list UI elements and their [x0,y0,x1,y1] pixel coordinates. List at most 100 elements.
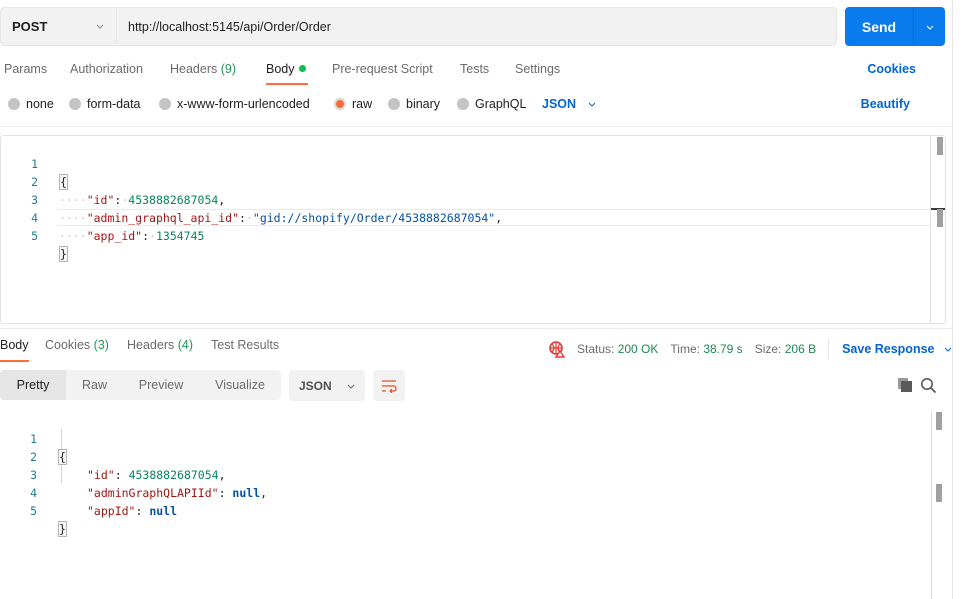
method-select[interactable]: POST [0,7,116,46]
json-value: null [149,504,178,518]
chevron-down-icon [926,25,933,30]
status-label: Status: [577,342,615,356]
request-url-bar: POST http://localhost:5145/api/Order/Ord… [0,7,945,46]
tab-pre-request-script[interactable]: Pre-request Script [332,62,433,76]
code-line: 2 ····"id":·4538882687054, [1,155,931,207]
chevron-down-icon [944,347,951,352]
line-number: 5 [30,504,37,518]
radio-label: GraphQL [475,97,527,111]
wrap-lines-button[interactable] [373,370,405,401]
radio-label: binary [406,97,441,111]
tab-label: Test Results [211,338,280,352]
tab-settings[interactable]: Settings [515,62,560,76]
view-pretty[interactable]: Pretty [0,370,66,400]
tab-label: Pre-request Script [332,62,433,76]
active-tab-indicator [266,83,308,85]
response-tab-headers[interactable]: Headers (4) [127,338,193,352]
code-line: 3 ····"admin_graphql_api_id":·"gid://sho… [1,173,931,225]
panel-divider [952,0,953,599]
code-line: 1 { [1,137,931,190]
code-line: 2 "id": 4538882687054, [0,430,930,482]
save-response-button[interactable]: Save Response [842,342,953,356]
tab-authorization[interactable]: Authorization [70,62,143,76]
body-modified-indicator [298,65,306,72]
radio-label: none [26,97,54,111]
tab-body[interactable]: Body [266,62,306,76]
radio-button[interactable] [388,98,400,110]
response-body-viewer[interactable]: 1 { 2 "id": 4538882687054, 3 "adminGraph… [0,411,946,599]
tab-label: Body [0,338,29,352]
response-tab-body[interactable]: Body [0,338,29,352]
radio-button[interactable] [159,98,171,110]
copy-icon[interactable] [897,377,913,393]
request-tabs: Params Authorization Headers (9) Body Pr… [0,58,945,86]
scrollbar-thumb[interactable] [937,209,943,227]
active-tab-indicator [0,360,29,362]
viewer-scrollbar-track[interactable] [931,411,932,599]
code-line: 4 ····"app_id":·1354745 [1,191,931,243]
radio-button[interactable] [457,98,469,110]
network-warning-icon[interactable] [548,340,566,358]
response-format-label: JSON [299,378,332,393]
tab-label: Body [266,62,295,76]
send-button[interactable]: Send [845,7,914,46]
tab-label: Settings [515,62,561,76]
response-tab-cookies[interactable]: Cookies (3) [45,338,109,352]
send-options-button[interactable] [914,7,945,46]
response-toolbar: Pretty Raw Preview Visualize JSON [0,370,952,401]
response-tab-test-results[interactable]: Test Results [211,338,279,352]
view-preview[interactable]: Preview [123,370,199,400]
radio-button-checked[interactable] [334,98,346,110]
chevron-down-icon [96,24,104,29]
save-response-label: Save Response [842,342,935,356]
tab-label: Authorization [70,62,143,76]
tab-label: Headers [127,338,175,352]
headers-count: (9) [220,62,237,76]
scrollbar-thumb[interactable] [936,412,942,430]
radio-button[interactable] [69,98,81,110]
search-icon[interactable] [920,377,937,394]
url-input[interactable]: http://localhost:5145/api/Order/Order [116,7,837,46]
tab-label: Headers [170,62,218,76]
radio-raw[interactable]: raw [334,97,372,111]
view-visualize[interactable]: Visualize [199,370,281,400]
tab-params[interactable]: Params [4,62,47,76]
beautify-button[interactable]: Beautify [861,97,910,111]
tab-label: Tests [460,62,490,76]
scrollbar-thumb[interactable] [936,484,942,502]
radio-none[interactable]: none [8,97,54,111]
tab-tests[interactable]: Tests [460,62,489,76]
code-line: 1 { [0,412,930,465]
chevron-down-icon [588,102,596,107]
size-label: Size: [754,342,782,356]
time-value[interactable]: 38.79 s [703,342,742,356]
tab-label: Cookies [45,338,91,352]
response-tabs: Body Cookies (3) Headers (4) Test Result… [0,334,952,362]
status-value[interactable]: 200 OK [618,342,659,356]
radio-binary[interactable]: binary [388,97,440,111]
wrap-lines-icon [382,379,397,393]
radio-x-www-form-urlencoded[interactable]: x-www-form-urlencoded [159,97,310,111]
radio-form-data[interactable]: form-data [69,97,141,111]
response-format-select[interactable]: JSON [289,370,365,401]
radio-label: x-www-form-urlencoded [177,97,310,111]
radio-graphql[interactable]: GraphQL [457,97,526,111]
url-text: http://localhost:5145/api/Order/Order [128,19,331,34]
radio-button[interactable] [8,98,20,110]
headers-count: (4) [177,338,194,352]
tab-headers[interactable]: Headers (9) [170,62,236,76]
code-line: 4 "appId": null [0,466,930,518]
cookies-count: (3) [93,338,109,352]
view-raw[interactable]: Raw [66,370,123,400]
send-button-group: Send [845,7,945,46]
json-value: 1354745 [155,229,205,243]
editor-scrollbar[interactable] [930,136,945,323]
time-label: Time: [670,342,700,356]
divider [0,126,952,127]
body-format-select[interactable]: JSON [542,97,598,111]
size-value[interactable]: 206 B [785,342,816,356]
scrollbar-thumb[interactable] [937,137,943,155]
cookies-link[interactable]: Cookies [867,62,916,76]
request-body-editor[interactable]: 1 { 2 ····"id":·4538882687054, 3 ····"ad… [0,135,946,324]
chevron-down-icon [347,384,355,389]
